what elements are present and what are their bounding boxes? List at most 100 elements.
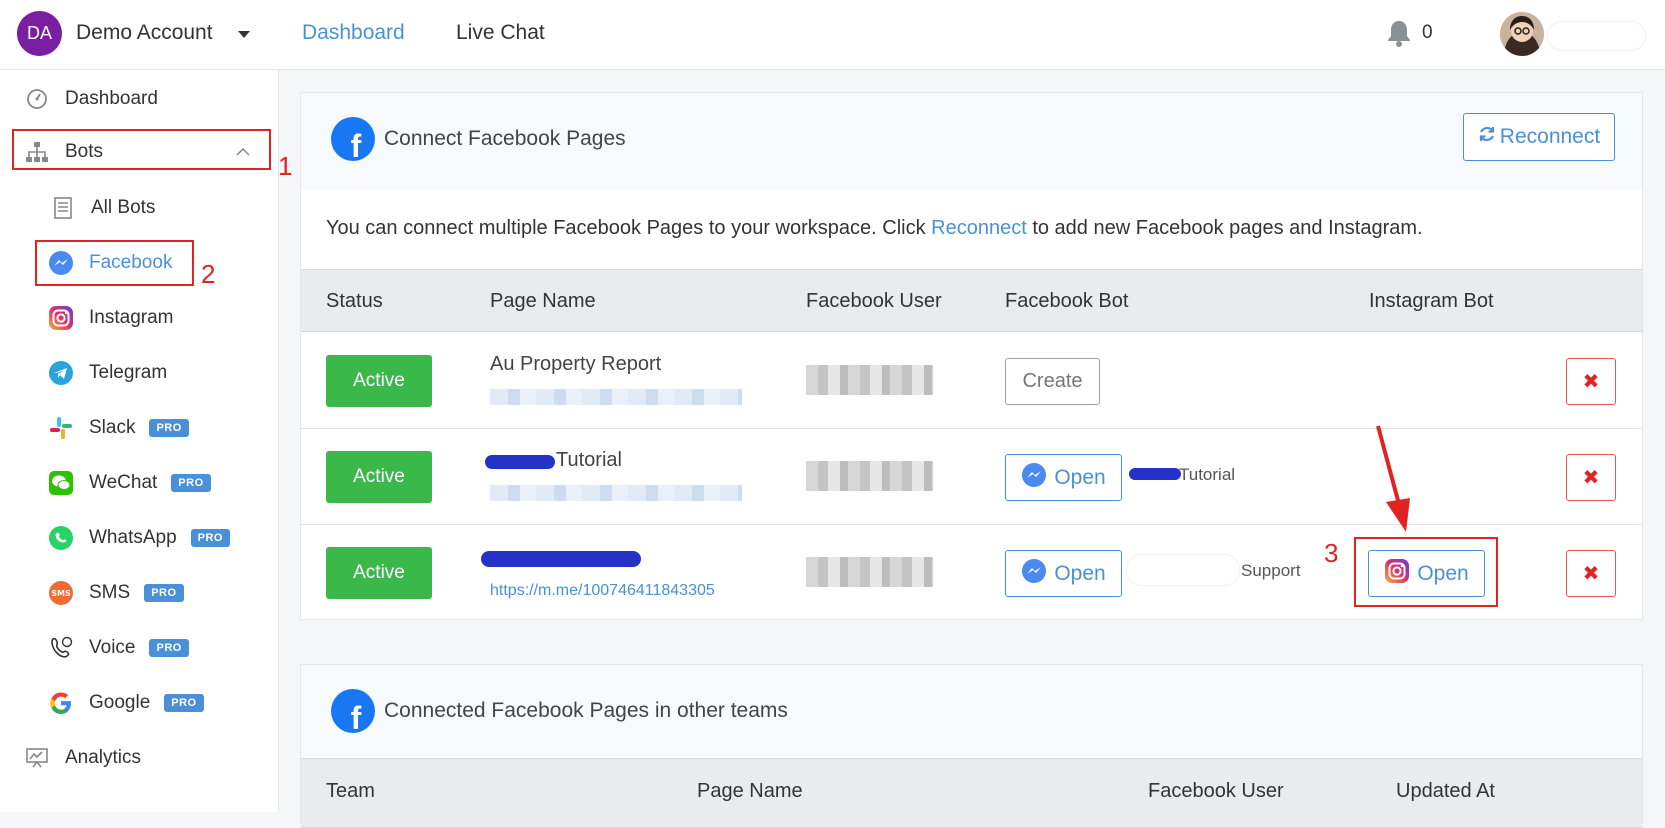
nav-dashboard[interactable]: Dashboard [302, 21, 405, 45]
sidebar-item-wechat[interactable]: WeChat PRO [48, 470, 211, 496]
wechat-icon [48, 470, 74, 496]
card-description: You can connect multiple Facebook Pages … [326, 217, 1423, 240]
account-name[interactable]: Demo Account [76, 21, 213, 45]
nav-live-chat[interactable]: Live Chat [456, 21, 545, 45]
sidebar-item-label: Voice [89, 637, 136, 658]
annotation-box-bots [12, 129, 271, 170]
table-row: Active Au Property Report Create ✖ [301, 333, 1642, 429]
sidebar-item-telegram[interactable]: Telegram [48, 360, 167, 386]
pro-badge: PRO [164, 694, 204, 712]
desc-text: to add new Facebook pages and Instagram. [1026, 217, 1423, 239]
redacted-link [490, 389, 742, 405]
sidebar-item-all-bots[interactable]: All Bots [50, 195, 155, 221]
sidebar-item-sms[interactable]: SMS SMS PRO [48, 580, 184, 606]
col-page-name: Page Name [490, 290, 596, 312]
annotation-label: 1 [278, 151, 293, 181]
redacted-user [806, 365, 933, 395]
sidebar-item-google[interactable]: Google PRO [48, 690, 204, 716]
redacted-bot-name [1127, 555, 1239, 585]
close-icon: ✖ [1582, 563, 1600, 585]
annotation-box-facebook [35, 240, 194, 286]
sidebar-item-dashboard[interactable]: Dashboard [24, 86, 158, 112]
redaction-scribble [481, 551, 641, 567]
redaction-scribble [1129, 468, 1181, 480]
svg-text:SMS: SMS [51, 589, 71, 598]
other-teams-card: f Connected Facebook Pages in other team… [300, 664, 1643, 828]
list-icon [50, 195, 76, 221]
reconnect-link[interactable]: Reconnect [931, 217, 1027, 239]
delete-button[interactable]: ✖ [1566, 454, 1616, 501]
close-icon: ✖ [1582, 467, 1600, 489]
user-avatar[interactable] [1500, 12, 1544, 56]
whatsapp-icon [48, 525, 74, 551]
page-link[interactable]: https://m.me/100746411843305 [490, 582, 715, 600]
col-page-name: Page Name [697, 780, 803, 802]
top-bar: DA Demo Account Dashboard Live Chat 0 [0, 0, 1665, 70]
open-label: Open [1054, 465, 1106, 489]
sms-icon: SMS [48, 580, 74, 606]
pro-badge: PRO [149, 419, 189, 437]
open-label: Open [1054, 561, 1106, 585]
desc-text: You can connect multiple Facebook Pages … [326, 217, 932, 239]
sidebar-item-label: Analytics [65, 747, 142, 768]
close-icon: ✖ [1582, 371, 1600, 393]
sidebar-item-label: Instagram [89, 307, 174, 328]
chevron-down-icon[interactable] [238, 31, 250, 38]
messenger-icon [1021, 558, 1047, 590]
sidebar-item-label: SMS [89, 582, 131, 603]
page-name: Au Property Report [490, 353, 662, 375]
redacted-link [490, 485, 742, 501]
card-title: Connect Facebook Pages [384, 127, 626, 150]
page-name: Tutorial [556, 449, 622, 471]
annotation-label: 3 [1324, 538, 1339, 568]
open-facebook-bot-button[interactable]: Open [1005, 454, 1122, 501]
table-header: Status Page Name Facebook User Facebook … [301, 269, 1642, 332]
status-active-button[interactable]: Active [326, 451, 432, 503]
col-status: Status [326, 290, 383, 312]
sidebar-item-label: WhatsApp [89, 527, 177, 548]
sidebar-item-voice[interactable]: Voice PRO [48, 635, 189, 661]
col-facebook-user: Facebook User [806, 290, 942, 312]
facebook-icon: f [331, 689, 375, 733]
pro-badge: PRO [149, 639, 189, 657]
create-bot-button[interactable]: Create [1005, 358, 1100, 405]
sidebar-item-instagram[interactable]: Instagram [48, 305, 173, 331]
delete-button[interactable]: ✖ [1566, 358, 1616, 405]
notification-count: 0 [1422, 22, 1433, 43]
col-instagram-bot: Instagram Bot [1369, 290, 1494, 312]
col-updated-at: Updated At [1396, 780, 1495, 802]
reconnect-button[interactable]: Reconnect [1463, 113, 1615, 161]
redacted-user [806, 461, 933, 491]
chart-board-icon [24, 745, 50, 771]
delete-button[interactable]: ✖ [1566, 550, 1616, 597]
phone-icon [48, 635, 74, 661]
pro-badge: PRO [190, 529, 230, 547]
account-avatar[interactable]: DA [17, 11, 62, 56]
annotation-box-instagram-open [1354, 537, 1498, 607]
sidebar-item-label: WeChat [89, 472, 158, 493]
card-title: Connected Facebook Pages in other teams [384, 699, 788, 722]
status-active-button[interactable]: Active [326, 355, 432, 407]
open-facebook-bot-button[interactable]: Open [1005, 550, 1122, 597]
sidebar: Dashboard Bots All Bots Facebook Instagr… [0, 70, 279, 812]
pro-badge: PRO [171, 474, 211, 492]
status-active-button[interactable]: Active [326, 547, 432, 599]
facebook-icon: f [331, 117, 375, 161]
sidebar-item-analytics[interactable]: Analytics [24, 745, 141, 771]
bell-icon[interactable] [1386, 19, 1412, 52]
sidebar-item-whatsapp[interactable]: WhatsApp PRO [48, 525, 230, 551]
annotation-label: 2 [201, 259, 216, 289]
sidebar-item-slack[interactable]: Slack PRO [48, 415, 189, 441]
arrow-icon [1376, 425, 1410, 532]
refresh-icon [1478, 125, 1496, 149]
google-icon [48, 690, 74, 716]
col-facebook-bot: Facebook Bot [1005, 290, 1129, 312]
user-name-redacted [1548, 22, 1645, 50]
instagram-icon [48, 305, 74, 331]
reconnect-label: Reconnect [1499, 125, 1601, 148]
col-team: Team [326, 780, 375, 802]
redacted-user [806, 557, 933, 587]
redaction-scribble [485, 455, 555, 469]
facebook-bot-name: Support [1241, 561, 1301, 580]
slack-icon [48, 415, 74, 441]
